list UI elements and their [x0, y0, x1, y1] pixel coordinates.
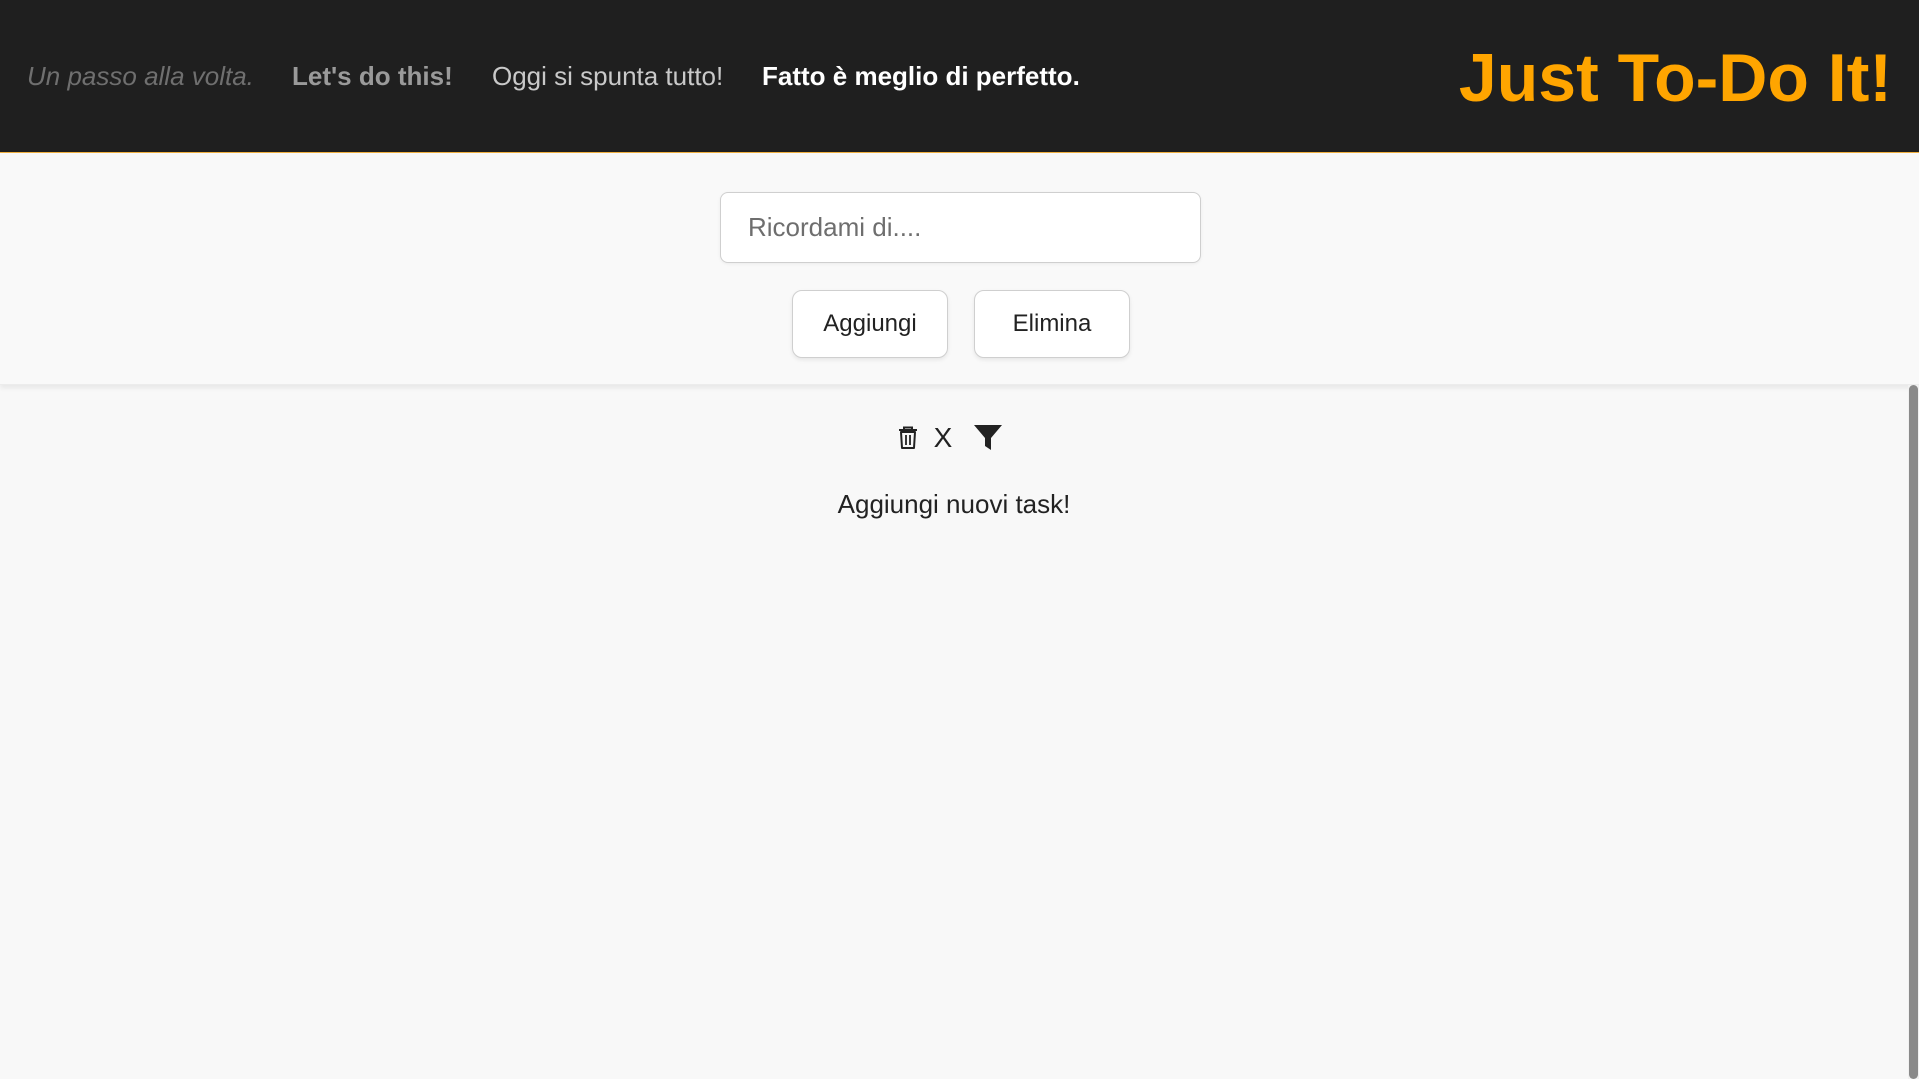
motto-2: Let's do this! [292, 61, 453, 91]
motto-4: Fatto è meglio di perfetto. [762, 61, 1080, 91]
task-form: Aggiungi Elimina [0, 153, 1919, 385]
trash-icon[interactable] [896, 420, 920, 456]
app-title: Just To-Do It! [1458, 40, 1892, 116]
add-button[interactable]: Aggiungi [792, 290, 948, 358]
scrollbar-thumb[interactable] [1909, 385, 1918, 1079]
empty-list-message: Aggiungi nuovi task! [837, 489, 1071, 519]
motto-3: Oggi si spunta tutto! [492, 61, 724, 91]
close-icon[interactable]: X [932, 420, 954, 456]
scrollbar[interactable] [1908, 385, 1919, 1079]
task-input[interactable] [720, 192, 1201, 263]
list-toolbar: X [0, 420, 1919, 460]
delete-button[interactable]: Elimina [974, 290, 1130, 358]
motto-1: Un passo alla volta. [27, 61, 254, 91]
app-header: Un passo alla volta. Let's do this! Oggi… [0, 0, 1919, 153]
filter-icon[interactable] [972, 420, 1004, 456]
